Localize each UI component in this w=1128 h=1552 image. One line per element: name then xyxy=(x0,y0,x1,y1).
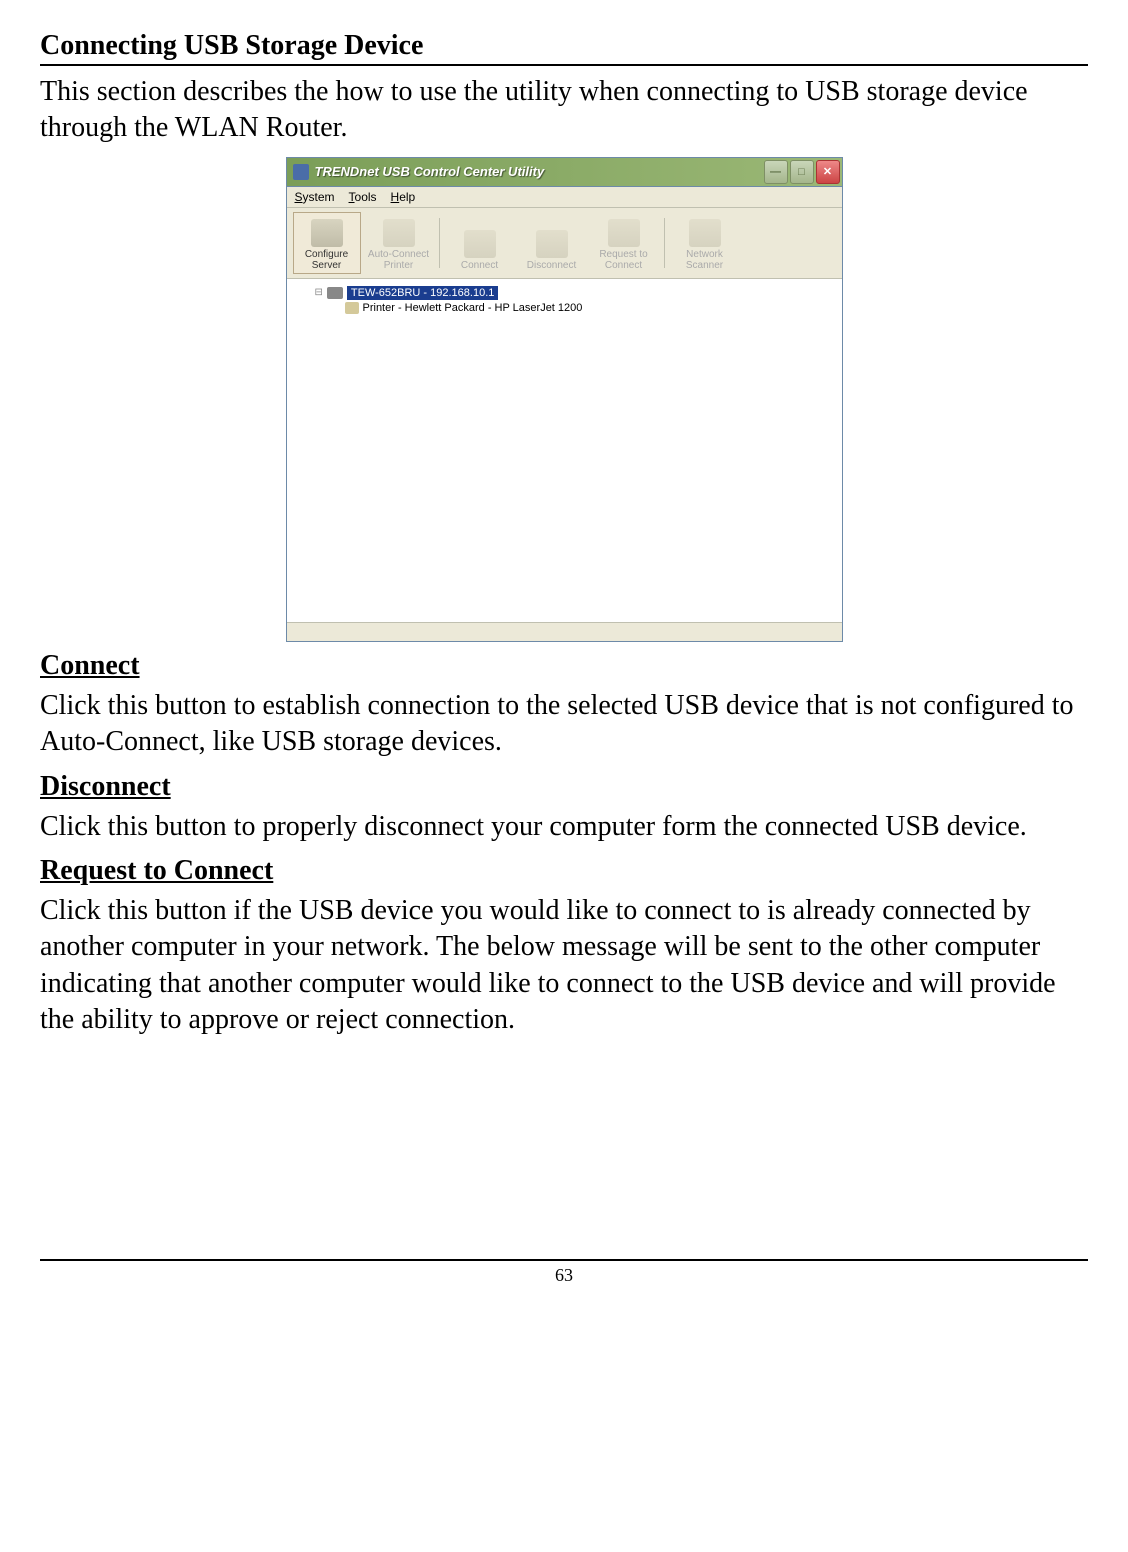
router-label: TEW-652BRU - 192.168.10.1 xyxy=(347,286,498,300)
section-title: Connecting USB Storage Device xyxy=(40,30,1088,66)
printer-icon xyxy=(345,302,359,314)
connect-label: Connect xyxy=(461,260,498,271)
menu-help[interactable]: Help xyxy=(391,190,416,204)
statusbar xyxy=(287,622,842,641)
router-icon xyxy=(327,287,343,299)
connect-icon xyxy=(464,230,496,258)
disconnect-body: Click this button to properly disconnect… xyxy=(40,809,1088,845)
device-tree-area: ⊟ TEW-652BRU - 192.168.10.1 Printer - He… xyxy=(287,279,842,622)
disconnect-label: Disconnect xyxy=(527,260,576,271)
network-scanner-label: Network Scanner xyxy=(674,249,736,271)
auto-connect-printer-button[interactable]: Auto-Connect Printer xyxy=(365,212,433,274)
menu-tools[interactable]: Tools xyxy=(349,190,377,204)
window-controls: — □ ✕ xyxy=(764,160,840,184)
request-heading: Request to Connect xyxy=(40,855,1088,887)
minimize-button[interactable]: — xyxy=(764,160,788,184)
connect-body: Click this button to establish connectio… xyxy=(40,688,1088,761)
disconnect-button[interactable]: Disconnect xyxy=(518,212,586,274)
tree-connector-icon: ⊟ xyxy=(315,287,323,298)
configure-server-label: Configure Server xyxy=(296,249,358,271)
window-title: TRENDnet USB Control Center Utility xyxy=(315,164,545,179)
connect-heading: Connect xyxy=(40,650,1088,682)
request-to-connect-button[interactable]: Request to Connect xyxy=(590,212,658,274)
auto-connect-printer-icon xyxy=(383,219,415,247)
page-number: 63 xyxy=(555,1265,573,1285)
network-scanner-icon xyxy=(689,219,721,247)
request-to-connect-label: Request to Connect xyxy=(593,249,655,271)
app-icon xyxy=(293,164,309,180)
app-window: TRENDnet USB Control Center Utility — □ … xyxy=(286,157,843,642)
configure-server-icon xyxy=(311,219,343,247)
page-footer: 63 xyxy=(40,1259,1088,1286)
disconnect-heading: Disconnect xyxy=(40,771,1088,803)
printer-label: Printer - Hewlett Packard - HP LaserJet … xyxy=(363,302,583,314)
toolbar-divider-2 xyxy=(664,218,665,268)
auto-connect-printer-label: Auto-Connect Printer xyxy=(368,249,430,271)
menubar: System Tools Help xyxy=(287,187,842,208)
connect-button[interactable]: Connect xyxy=(446,212,514,274)
request-body: Click this button if the USB device you … xyxy=(40,893,1088,1039)
intro-text: This section describes the how to use th… xyxy=(40,74,1088,147)
network-scanner-button[interactable]: Network Scanner xyxy=(671,212,739,274)
toolbar-divider xyxy=(439,218,440,268)
toolbar: Configure Server Auto-Connect Printer Co… xyxy=(287,208,842,279)
disconnect-icon xyxy=(536,230,568,258)
menu-system[interactable]: System xyxy=(295,190,335,204)
request-to-connect-icon xyxy=(608,219,640,247)
close-button[interactable]: ✕ xyxy=(816,160,840,184)
maximize-button[interactable]: □ xyxy=(790,160,814,184)
configure-server-button[interactable]: Configure Server xyxy=(293,212,361,274)
tree-printer-row[interactable]: Printer - Hewlett Packard - HP LaserJet … xyxy=(345,302,834,314)
tree-router-row[interactable]: ⊟ TEW-652BRU - 192.168.10.1 xyxy=(315,286,834,300)
titlebar: TRENDnet USB Control Center Utility — □ … xyxy=(287,158,842,187)
